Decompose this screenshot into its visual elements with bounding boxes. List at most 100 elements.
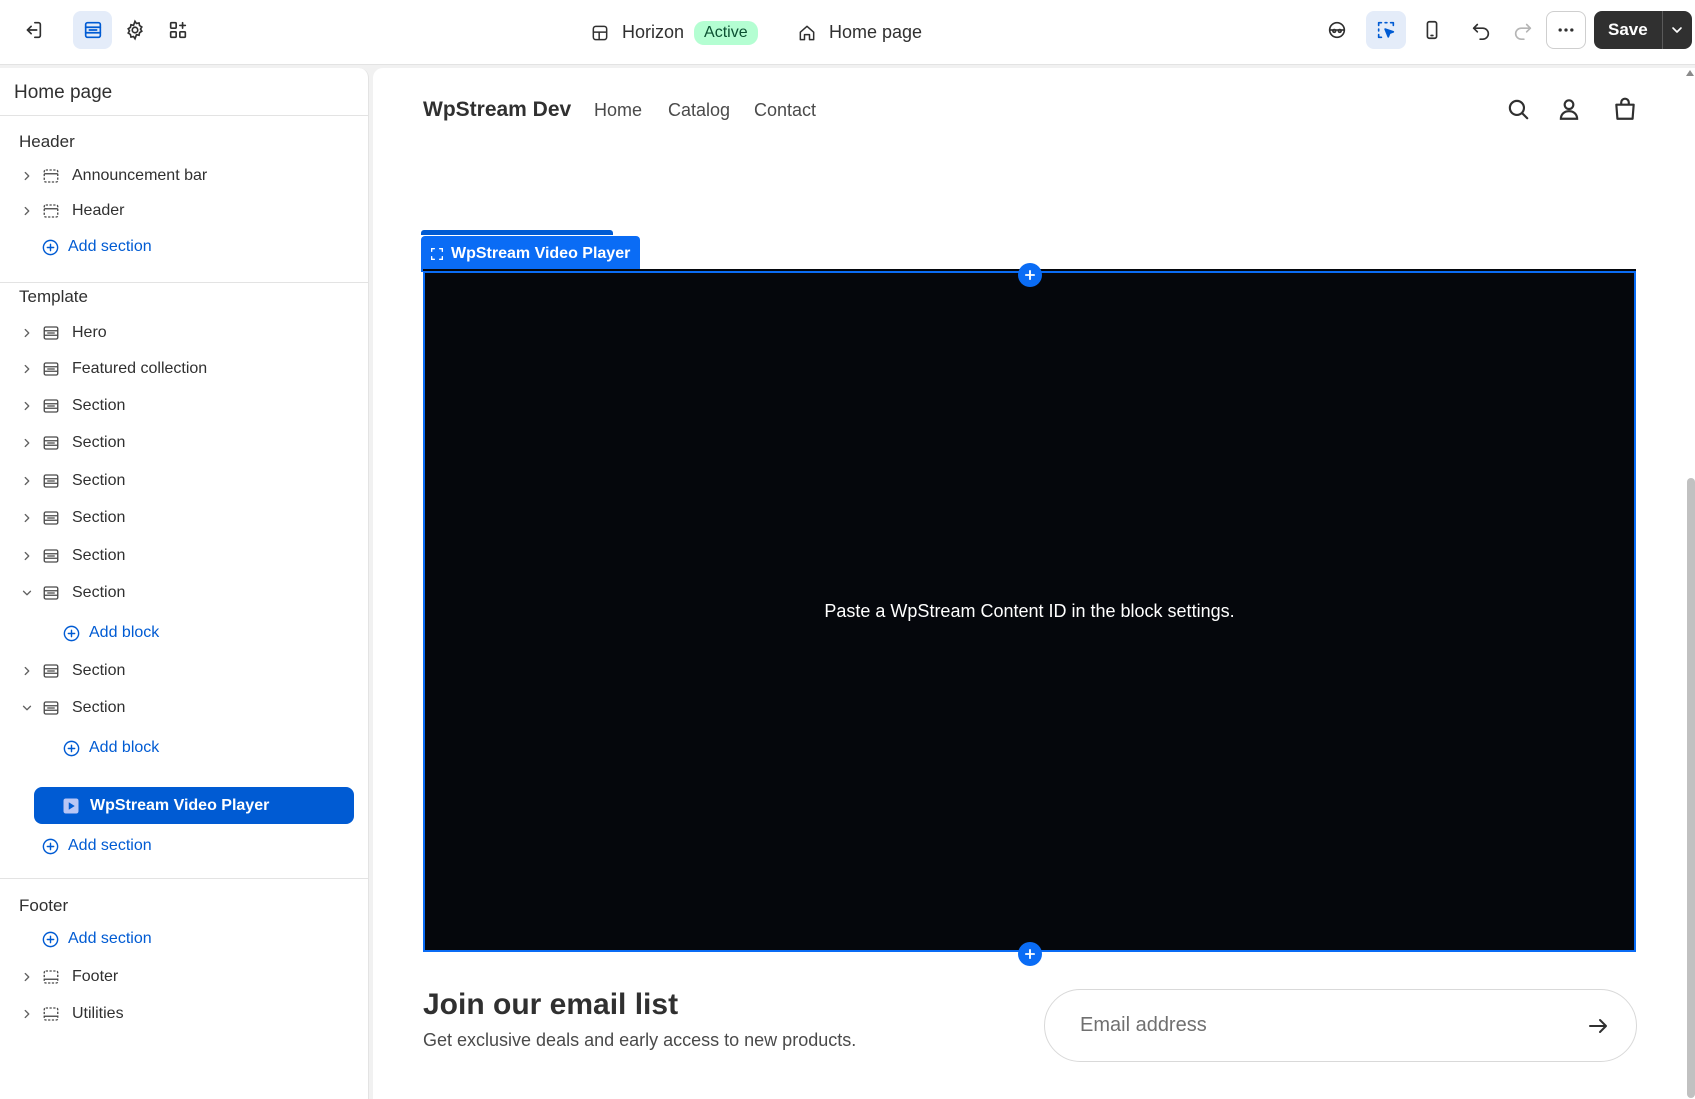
cart-bag-icon[interactable]	[1612, 96, 1638, 122]
status-badge: Active	[694, 20, 758, 45]
chevron-right-icon	[24, 666, 30, 676]
gear-icon[interactable]	[116, 11, 154, 49]
more-actions-button[interactable]	[1546, 11, 1586, 49]
store-name[interactable]: WpStream Dev	[423, 98, 571, 122]
chevron-right-icon	[24, 1009, 30, 1019]
add-block-below-icon[interactable]	[1018, 942, 1042, 966]
section-icon	[43, 701, 59, 715]
header-group-title: Header	[19, 132, 75, 151]
sidebar-item-label: Hero	[72, 324, 107, 341]
add-section-label: Add section	[68, 238, 152, 255]
chevron-down-icon	[22, 705, 32, 711]
add-block-button[interactable]: Add block	[62, 618, 159, 648]
select-cursor-icon[interactable]	[1366, 11, 1406, 49]
sidebar-item-section[interactable]: Section	[20, 466, 125, 496]
section-icon	[43, 511, 59, 525]
sections-icon[interactable]	[73, 11, 112, 49]
add-section-button[interactable]: Add section	[41, 831, 152, 861]
section-icon	[43, 664, 59, 678]
nav-link-contact[interactable]: Contact	[754, 100, 816, 121]
sidebar-item-label: Utilities	[72, 1005, 124, 1022]
footer-section-icon	[43, 1007, 59, 1021]
sidebar-item-label: Section	[72, 472, 126, 489]
chevron-right-icon	[24, 364, 30, 374]
chevron-right-icon	[24, 206, 30, 216]
footer-section-icon	[43, 970, 59, 984]
chevron-right-icon	[24, 513, 30, 523]
sidebar-item-utilities[interactable]: Utilities	[20, 999, 124, 1029]
page-selector[interactable]: Home page	[797, 0, 922, 65]
add-section-button[interactable]: Add section	[41, 924, 152, 954]
sidebar-item-label: Section	[72, 434, 126, 451]
save-button[interactable]: Save	[1594, 11, 1662, 49]
section-icon	[43, 362, 59, 376]
undo-icon[interactable]	[1462, 11, 1500, 49]
add-section-button[interactable]: Add section	[41, 232, 152, 262]
block-label-tab[interactable]: WpStream Video Player	[421, 236, 641, 272]
apps-icon[interactable]	[159, 11, 197, 49]
chevron-right-icon	[24, 476, 30, 486]
header-section-icon	[43, 169, 59, 183]
sidebar-item-section[interactable]: Section	[20, 428, 125, 458]
plus-circle-icon	[42, 239, 59, 255]
section-icon	[43, 586, 59, 600]
add-block-above-icon[interactable]	[1018, 263, 1042, 287]
sidebar-item-hero[interactable]: Hero	[20, 318, 107, 348]
add-section-label: Add section	[68, 837, 152, 854]
page-name: Home page	[829, 22, 923, 42]
preview-scrollbar[interactable]	[1687, 478, 1695, 1098]
email-signup-title: Join our email list	[423, 988, 679, 1021]
chevron-right-icon	[24, 972, 30, 982]
mobile-preview-icon[interactable]	[1413, 11, 1451, 49]
search-icon[interactable]	[1505, 96, 1531, 122]
section-icon	[43, 326, 59, 340]
add-section-label: Add section	[68, 930, 152, 947]
chevron-right-icon	[24, 401, 30, 411]
sidebar-item-section[interactable]: Section	[20, 541, 125, 571]
sidebar-item-section-expanded[interactable]: Section	[20, 578, 125, 608]
chevron-down-icon	[22, 590, 32, 596]
section-icon	[43, 399, 59, 413]
sidebar-item-section[interactable]: Section	[20, 503, 125, 533]
exit-icon[interactable]	[14, 11, 52, 49]
chevron-right-icon	[24, 438, 30, 448]
chevron-right-icon	[24, 328, 30, 338]
ellipsis-icon	[1558, 28, 1574, 32]
add-block-label: Add block	[89, 624, 160, 641]
divider	[0, 282, 369, 283]
redo-icon[interactable]	[1504, 11, 1542, 49]
divider	[0, 878, 369, 879]
sidebar-title: Home page	[14, 82, 113, 103]
sidebar-item-header[interactable]: Header	[20, 196, 124, 226]
video-play-icon	[63, 798, 79, 813]
sidebar-item-label: Footer	[72, 968, 119, 985]
nav-link-catalog[interactable]: Catalog	[668, 100, 730, 121]
theme-selector[interactable]: Horizon Active	[590, 0, 758, 65]
scroll-up-arrow-icon[interactable]	[1685, 68, 1695, 78]
inspector-icon[interactable]	[1318, 11, 1356, 49]
nav-link-home[interactable]: Home	[594, 100, 642, 121]
sidebar-item-announcement-bar[interactable]: Announcement bar	[20, 161, 207, 191]
plus-circle-icon	[42, 838, 59, 854]
account-icon[interactable]	[1556, 96, 1582, 122]
sidebar-item-label: Header	[72, 202, 125, 219]
sidebar-item-section[interactable]: Section	[20, 391, 125, 421]
sections-sidebar: Home page Header Announcement bar Header…	[0, 68, 369, 1099]
header-section-icon	[43, 204, 59, 218]
arrow-right-icon	[1589, 1019, 1607, 1033]
sidebar-item-label: Section	[72, 547, 126, 564]
sidebar-item-footer[interactable]: Footer	[20, 962, 118, 992]
block-tab-accent	[421, 230, 613, 235]
sidebar-item-section-expanded[interactable]: Section	[20, 693, 125, 723]
add-block-button[interactable]: Add block	[62, 733, 159, 763]
sidebar-item-label: Section	[72, 509, 126, 526]
sidebar-item-section[interactable]: Section	[20, 656, 125, 686]
chevron-down-icon[interactable]	[1661, 11, 1692, 49]
video-player-block[interactable]: Paste a WpStream Content ID in the block…	[423, 269, 1636, 952]
email-field[interactable]: Email address	[1044, 989, 1637, 1062]
sidebar-item-wpstream-video-player[interactable]: WpStream Video Player	[34, 787, 354, 824]
section-icon	[43, 549, 59, 563]
plus-circle-icon	[42, 931, 59, 947]
sidebar-item-featured-collection[interactable]: Featured collection	[20, 354, 207, 384]
sidebar-item-label: Section	[72, 699, 126, 716]
